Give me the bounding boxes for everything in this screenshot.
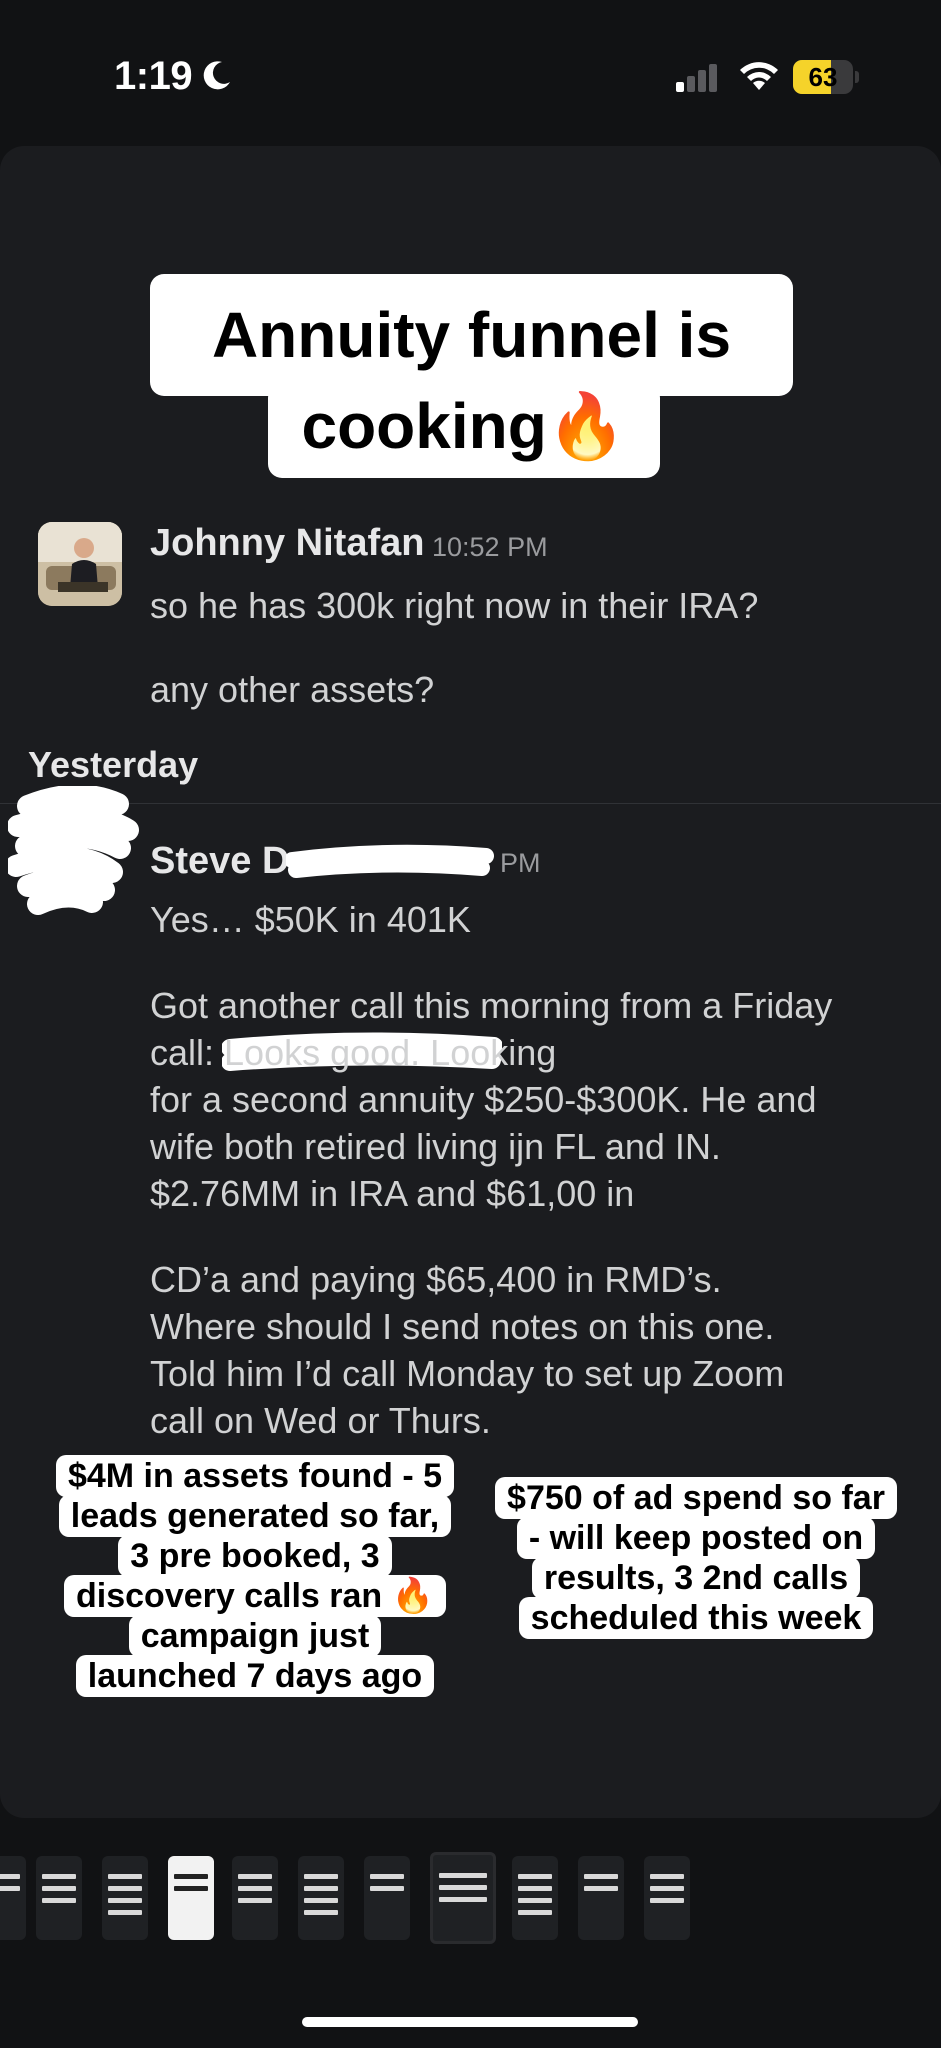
day-divider-label: Yesterday: [28, 744, 199, 785]
sticker-line: - will keep posted on: [516, 1517, 876, 1559]
story-card: Annuity funnel is cooking🔥 Johnny Nitafa…: [0, 146, 941, 1818]
message-author[interactable]: Steve D: [150, 840, 289, 883]
message-timestamp: PM: [500, 848, 541, 878]
moon-icon: [203, 61, 230, 90]
sticker-line: campaign just: [128, 1615, 382, 1657]
headline-line-1: Annuity funnel is: [150, 274, 793, 396]
wifi-icon: [740, 62, 778, 90]
sticker-line: leads generated so far,: [58, 1495, 452, 1537]
sticker-line: launched 7 days ago: [75, 1655, 435, 1697]
message-text: any other assets?: [150, 669, 435, 710]
story-thumbnail-strip: [0, 1852, 941, 1944]
story-thumbnail[interactable]: [364, 1856, 410, 1940]
headline-line-2: cooking🔥: [268, 384, 660, 478]
story-thumbnail[interactable]: [102, 1856, 148, 1940]
message-text: wife both retired living ijn FL and IN.: [150, 1126, 721, 1167]
story-thumbnail[interactable]: [298, 1856, 344, 1940]
sticker-line: $4M in assets found - 5: [55, 1455, 455, 1497]
message-text: for a second annuity $250-$300K. He and: [150, 1079, 817, 1120]
message-text: $2.76MM in IRA and $61,00 in: [150, 1173, 635, 1214]
sticker-line: $750 of ad spend so far: [495, 1477, 897, 1519]
message-text: so he has 300k right now in their IRA?: [150, 585, 759, 626]
sticker-line: results, 3 2nd calls: [531, 1557, 861, 1599]
story-thumbnail[interactable]: [512, 1856, 558, 1940]
message-text: call: Looks good. Looking: [150, 1032, 557, 1073]
story-thumbnail[interactable]: [36, 1856, 82, 1940]
story-thumbnail[interactable]: [168, 1856, 214, 1940]
cellular-signal-icon: [676, 64, 717, 92]
message-text: CD’a and paying $65,400 in RMD’s.: [150, 1259, 722, 1300]
story-thumbnail[interactable]: [0, 1856, 26, 1940]
message-text: Yes… $50K in 401K: [150, 899, 471, 940]
message-text: Where should I send notes on this one.: [150, 1306, 775, 1347]
battery-percent: 63: [808, 62, 838, 92]
sticker-right: $750 of ad spend so far - will keep post…: [476, 1477, 916, 1639]
story-thumbnail[interactable]: [644, 1856, 690, 1940]
story-thumbnail[interactable]: [578, 1856, 624, 1940]
sticker-line: 3 pre booked, 3: [118, 1535, 392, 1577]
message-text: Got another call this morning from a Fri…: [150, 985, 833, 1026]
message-text: Told him I’d call Monday to set up Zoom: [150, 1353, 785, 1394]
message-author[interactable]: Johnny Nitafan: [150, 522, 424, 565]
status-bar: 1:19 63: [0, 0, 941, 140]
status-time: 1:19: [114, 54, 193, 98]
redaction-scribble: [286, 844, 494, 878]
sticker-line: scheduled this week: [518, 1597, 874, 1639]
message-timestamp: 10:52 PM: [432, 532, 548, 562]
sticker-left: $4M in assets found - 5 leads generated …: [40, 1455, 470, 1697]
redaction-scribble: [8, 786, 139, 915]
story-thumbnail[interactable]: [430, 1852, 496, 1944]
battery-icon: 63: [793, 60, 859, 94]
message-text: call on Wed or Thurs.: [150, 1400, 491, 1441]
avatar[interactable]: [38, 522, 122, 606]
avatar-photo: [38, 522, 122, 606]
home-indicator[interactable]: [302, 2017, 638, 2027]
story-thumbnail[interactable]: [232, 1856, 278, 1940]
sticker-line: discovery calls ran 🔥: [64, 1575, 446, 1617]
